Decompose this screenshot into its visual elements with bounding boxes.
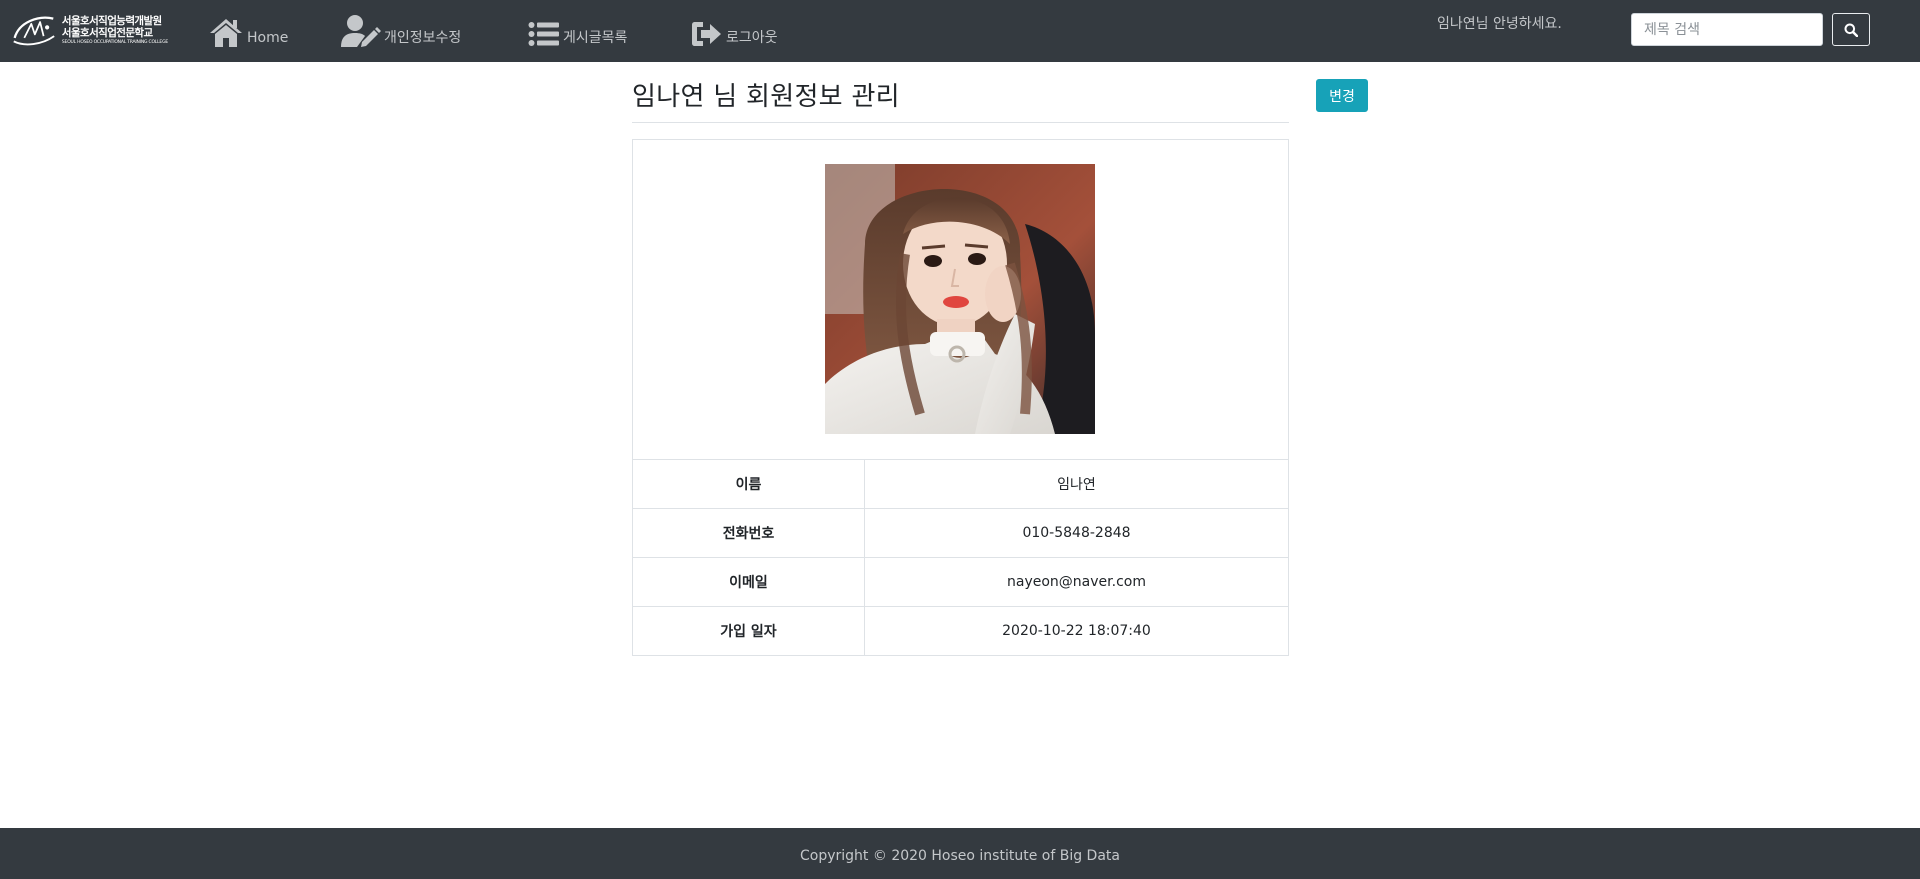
title-search-input[interactable] — [1631, 13, 1823, 46]
name-value: 임나연 — [864, 459, 1289, 509]
member-info-table: 이름 임나연 전화번호 010-5848-2848 이메일 nayeon@nav… — [632, 459, 1289, 656]
name-label: 이름 — [632, 459, 865, 509]
table-row: 이메일 nayeon@naver.com — [632, 557, 1289, 607]
table-row: 이름 임나연 — [632, 459, 1289, 509]
title-divider — [632, 122, 1289, 123]
nav-home-link[interactable]: Home — [208, 12, 288, 48]
nav-post-list-link[interactable]: 게시글목록 — [528, 12, 627, 48]
join-date-value: 2020-10-22 18:07:40 — [864, 606, 1289, 656]
phone-value: 010-5848-2848 — [864, 508, 1289, 558]
email-value: nayeon@naver.com — [864, 557, 1289, 607]
school-logo[interactable]: 서울호서직업능력개발원 서울호서직업전문학교 SEOUL HOSEO OCCUP… — [12, 9, 168, 51]
profile-photo-image — [825, 164, 1095, 434]
join-date-label: 가입 일자 — [632, 606, 865, 656]
copyright-text: Copyright © 2020 Hoseo institute of Big … — [800, 847, 1120, 864]
search-icon — [1844, 23, 1858, 37]
page-title: 임나연 님 회원정보 관리 — [632, 82, 900, 112]
nav-logout-label: 로그아웃 — [726, 30, 778, 46]
logo-swoosh-icon — [13, 16, 55, 46]
nav-logout-link[interactable]: 로그아웃 — [691, 12, 778, 48]
user-edit-icon — [341, 15, 381, 47]
sign-out-icon — [692, 22, 721, 46]
email-label: 이메일 — [632, 557, 865, 607]
page-footer: Copyright © 2020 Hoseo institute of Big … — [0, 828, 1920, 879]
table-row: 전화번호 010-5848-2848 — [632, 508, 1289, 558]
logo-text-line1: 서울호서직업능력개발원 — [61, 14, 162, 27]
nav-post-list-label: 게시글목록 — [563, 30, 628, 46]
nav-profile-edit-link[interactable]: 개인정보수정 — [341, 12, 461, 48]
nav-home-label: Home — [247, 30, 289, 46]
logo-text-line2: 서울호서직업전문학교 — [61, 26, 153, 39]
user-greeting: 임나연님 안녕하세요. — [1437, 16, 1562, 32]
phone-label: 전화번호 — [632, 508, 865, 558]
profile-photo — [825, 164, 1095, 434]
logo-text-line3: SEOUL HOSEO OCCUPATIONAL TRAINING COLLEG… — [61, 39, 168, 45]
change-button[interactable]: 변경 — [1316, 79, 1368, 112]
top-navbar: 서울호서직업능력개발원 서울호서직업전문학교 SEOUL HOSEO OCCUP… — [0, 0, 1920, 62]
home-icon — [210, 19, 242, 47]
table-row: 가입 일자 2020-10-22 18:07:40 — [632, 606, 1289, 656]
nav-profile-edit-label: 개인정보수정 — [384, 30, 462, 46]
search-button[interactable] — [1832, 13, 1870, 46]
list-icon — [528, 22, 559, 46]
